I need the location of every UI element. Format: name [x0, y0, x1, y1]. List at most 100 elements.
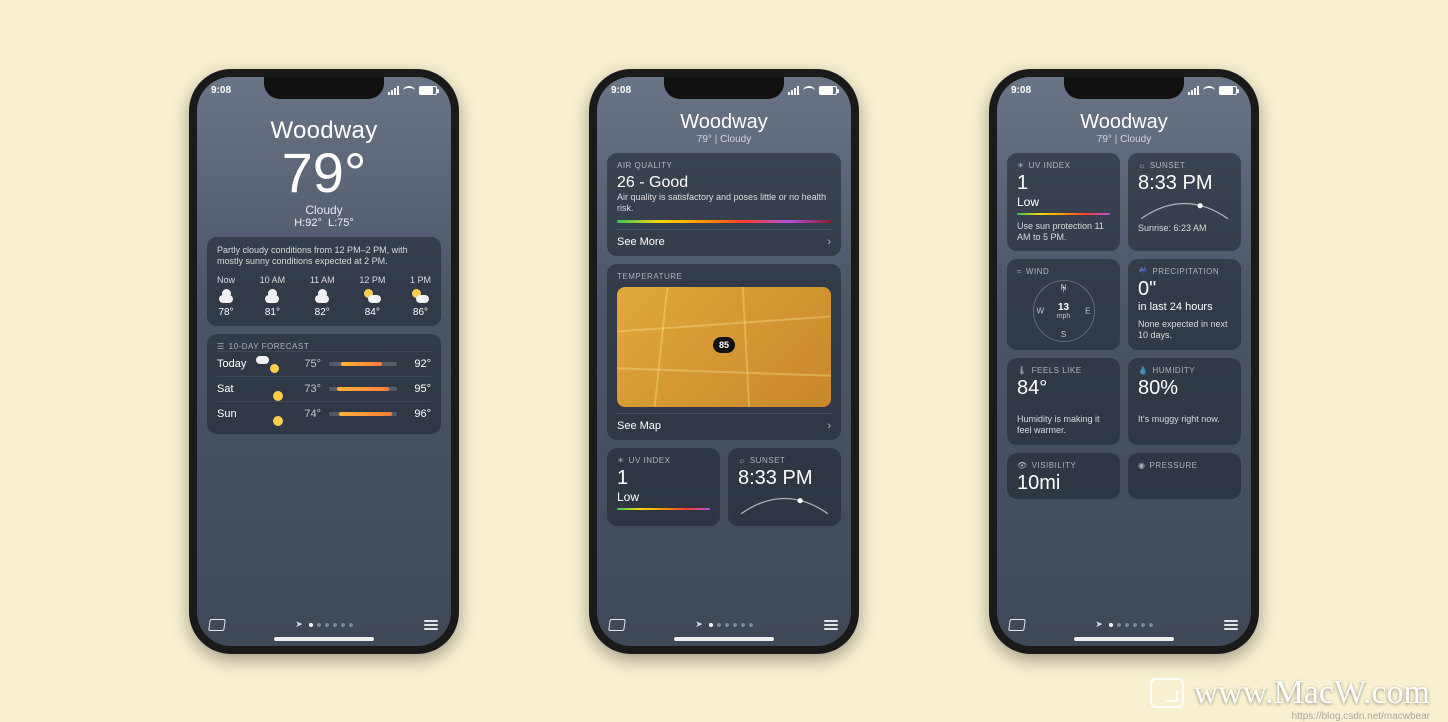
- notch: [664, 77, 784, 99]
- ten-day-card[interactable]: ☰ 10-DAY FORECAST Today 75° 92° Sat 73°: [207, 334, 441, 434]
- temperature-map-card[interactable]: TEMPERATURE 85 See Map ›: [607, 264, 841, 440]
- city-subtitle: 79° | Cloudy: [607, 134, 841, 145]
- notch: [264, 77, 384, 99]
- wifi-icon: [1203, 86, 1215, 95]
- feels-title: 🌡 FEELS LIKE: [1017, 366, 1110, 375]
- status-time: 9:08: [611, 85, 631, 96]
- low-temp: L:75°: [328, 217, 354, 229]
- list-icon: [1224, 620, 1238, 630]
- map-button[interactable]: [1007, 615, 1027, 635]
- hi-lo: H:92° L:75°: [207, 217, 441, 229]
- signal-icon: [1188, 86, 1199, 95]
- battery-icon: [1219, 86, 1237, 95]
- precipitation-card[interactable]: ☔ PRECIPITATION 0" in last 24 hours None…: [1128, 259, 1241, 350]
- pressure-title: ◉ PRESSURE: [1138, 461, 1231, 470]
- hour-label: 1 PM: [410, 275, 431, 285]
- home-indicator[interactable]: [274, 637, 374, 641]
- chevron-right-icon: ›: [827, 420, 831, 432]
- current-temp: 79°: [207, 145, 441, 201]
- cloud-icon: [263, 289, 281, 303]
- uv-value: 1: [617, 467, 710, 490]
- aqi-title: AIR QUALITY: [617, 161, 831, 170]
- visibility-value: 10mi: [1017, 472, 1110, 495]
- hourly-card[interactable]: Partly cloudy conditions from 12 PM–2 PM…: [207, 237, 441, 327]
- forecast-lo: 73°: [295, 383, 321, 395]
- hour-temp: 82°: [315, 307, 330, 318]
- city-name: Woodway: [607, 111, 841, 134]
- forecast-hi: 92°: [405, 358, 431, 370]
- wind-speed: 13: [1058, 302, 1069, 313]
- phone-2: 9:08 Woodway 79° | Cloudy AIR QUALITY 26…: [589, 69, 859, 654]
- hour-col: 11 AM 82°: [310, 275, 335, 318]
- watermark-small: https://blog.csdn.net/macwbear: [1292, 711, 1430, 722]
- locations-list-button[interactable]: [421, 615, 441, 635]
- locations-list-button[interactable]: [1221, 615, 1241, 635]
- location-arrow-icon: ➤: [295, 619, 303, 630]
- uv-title: ☀ UV INDEX: [617, 456, 710, 465]
- page-dots[interactable]: ➤: [695, 619, 753, 630]
- feels-like-card[interactable]: 🌡 FEELS LIKE 84° Humidity is making it f…: [1007, 358, 1120, 445]
- aqi-description: Air quality is satisfactory and poses li…: [617, 192, 831, 215]
- map-button[interactable]: [207, 615, 227, 635]
- phone-3: 9:08 Woodway 79° | Cloudy ☀ UV INDEX 1: [989, 69, 1259, 654]
- hour-label: 10 AM: [260, 275, 286, 285]
- see-more-link[interactable]: See More ›: [617, 229, 831, 248]
- tab-bar: ➤: [607, 614, 841, 636]
- notch: [1064, 77, 1184, 99]
- humidity-value: 80%: [1138, 377, 1231, 400]
- status-time: 9:08: [211, 85, 231, 96]
- forecast-day: Today: [217, 358, 261, 370]
- forecast-title: ☰ 10-DAY FORECAST: [217, 342, 431, 351]
- forecast-row[interactable]: Sat 73° 95°: [217, 376, 431, 401]
- pressure-card[interactable]: ◉ PRESSURE: [1128, 453, 1241, 499]
- aqi-scale: [617, 220, 831, 223]
- visibility-title: 👁 VISIBILITY: [1017, 461, 1110, 470]
- locations-list-button[interactable]: [821, 615, 841, 635]
- forecast-day: Sat: [217, 383, 261, 395]
- hour-temp: 86°: [413, 307, 428, 318]
- forecast-row[interactable]: Sun 74° 96°: [217, 401, 431, 426]
- sun-curve: [1138, 197, 1231, 223]
- status-time: 9:08: [1011, 85, 1031, 96]
- location-arrow-icon: ➤: [1095, 619, 1103, 630]
- home-indicator[interactable]: [1074, 637, 1174, 641]
- see-map-link[interactable]: See Map ›: [617, 413, 831, 432]
- temperature-map[interactable]: 85: [617, 287, 831, 407]
- hour-label: 11 AM: [310, 275, 335, 285]
- page-dots[interactable]: ➤: [1095, 619, 1153, 630]
- feels-note: Humidity is making it feel warmer.: [1017, 414, 1110, 437]
- air-quality-card[interactable]: AIR QUALITY 26 - Good Air quality is sat…: [607, 153, 841, 257]
- map-icon: [608, 619, 626, 631]
- temp-range-bar: [329, 362, 397, 366]
- partly-cloudy-icon: [363, 289, 381, 303]
- wind-card[interactable]: ≈ WIND ↑ N S W E 13mph: [1007, 259, 1120, 350]
- hourly-summary: Partly cloudy conditions from 12 PM–2 PM…: [217, 245, 431, 268]
- map-button[interactable]: [607, 615, 627, 635]
- weather-screen-main: 9:08 Woodway 79° Cloudy H:92° L:75°: [197, 77, 451, 646]
- forecast-lo: 75°: [295, 358, 321, 370]
- humidity-card[interactable]: 💧 HUMIDITY 80% It's muggy right now.: [1128, 358, 1241, 445]
- precip-value: 0": [1138, 278, 1231, 301]
- list-icon: [824, 620, 838, 630]
- sunset-card[interactable]: ☼ SUNSET 8:33 PM: [728, 448, 841, 526]
- uv-scale: [617, 508, 710, 510]
- tab-bar: ➤: [1007, 614, 1241, 636]
- location-arrow-icon: ➤: [695, 619, 703, 630]
- hour-label: 12 PM: [359, 275, 385, 285]
- uv-index-card[interactable]: ☀ UV INDEX 1 Low Use sun protection 11 A…: [1007, 153, 1120, 252]
- sunset-card[interactable]: ☼ SUNSET 8:33 PM Sunrise: 6:23 AM: [1128, 153, 1241, 252]
- hour-temp: 78°: [218, 307, 233, 318]
- map-pin-temp: 85: [713, 337, 735, 353]
- forecast-row[interactable]: Today 75° 92°: [217, 351, 431, 376]
- city-header: Woodway 79° | Cloudy: [607, 111, 841, 145]
- hour-col: Now 78°: [217, 275, 235, 318]
- wifi-icon: [803, 86, 815, 95]
- page-dots[interactable]: ➤: [295, 619, 353, 630]
- uv-index-card[interactable]: ☀ UV INDEX 1 Low: [607, 448, 720, 526]
- wind-unit: mph: [1057, 313, 1071, 320]
- visibility-card[interactable]: 👁 VISIBILITY 10mi: [1007, 453, 1120, 499]
- weather-screen-tiles: 9:08 Woodway 79° | Cloudy ☀ UV INDEX 1: [997, 77, 1251, 646]
- sunset-value: 8:33 PM: [1138, 172, 1231, 195]
- home-indicator[interactable]: [674, 637, 774, 641]
- sunrise-note: Sunrise: 6:23 AM: [1138, 223, 1231, 234]
